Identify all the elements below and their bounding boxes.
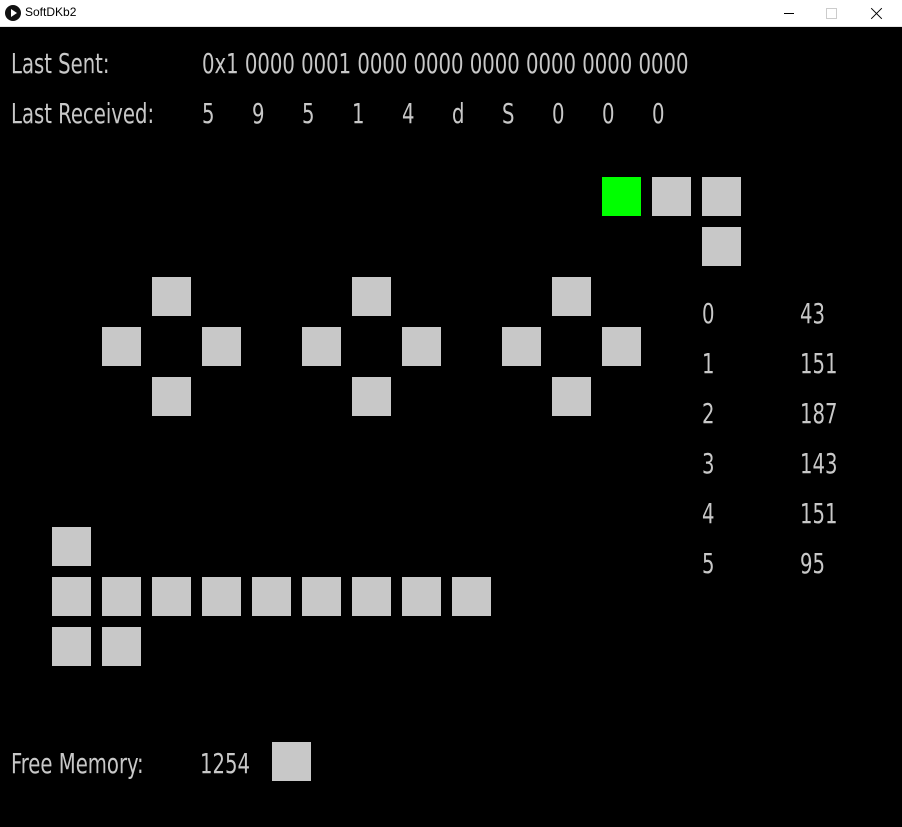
key-button[interactable] bbox=[202, 577, 241, 616]
key-button[interactable] bbox=[52, 577, 91, 616]
key-button[interactable] bbox=[102, 627, 141, 666]
dpad-3-down-button[interactable] bbox=[552, 377, 591, 416]
last-received-char-5: d bbox=[452, 97, 465, 130]
maximize-icon bbox=[825, 7, 837, 19]
last-received-char-3: 1 bbox=[352, 97, 365, 130]
minimize-icon bbox=[784, 12, 794, 14]
last-sent-value: 0x1 0000 0001 0000 0000 0000 0000 0000 0… bbox=[202, 47, 689, 80]
reading-index: 5 bbox=[702, 547, 715, 580]
dpad-3-right-button[interactable] bbox=[602, 327, 641, 366]
last-received-char-8: 0 bbox=[602, 97, 615, 130]
reading-index: 3 bbox=[702, 447, 715, 480]
dpad-2-up-button[interactable] bbox=[352, 277, 391, 316]
dpad-1-down-button[interactable] bbox=[152, 377, 191, 416]
dpad-2-down-button[interactable] bbox=[352, 377, 391, 416]
reading-index: 0 bbox=[702, 297, 715, 330]
reading-index: 1 bbox=[702, 347, 715, 380]
reading-value: 95 bbox=[800, 547, 825, 580]
key-button[interactable] bbox=[252, 577, 291, 616]
indicator-button[interactable] bbox=[702, 227, 741, 266]
last-received-char-7: 0 bbox=[552, 97, 565, 130]
last-received-char-6: S bbox=[502, 97, 515, 130]
last-received-char-1: 9 bbox=[252, 97, 265, 130]
free-memory-label: Free Memory: bbox=[11, 747, 144, 780]
reading-value: 151 bbox=[800, 497, 838, 530]
reading-value: 151 bbox=[800, 347, 838, 380]
last-sent-label: Last Sent: bbox=[11, 47, 110, 80]
last-received-char-2: 5 bbox=[302, 97, 315, 130]
last-received-char-4: 4 bbox=[402, 97, 415, 130]
reading-value: 43 bbox=[800, 297, 825, 330]
reading-value: 143 bbox=[800, 447, 838, 480]
reading-value: 187 bbox=[800, 397, 838, 430]
minimize-button[interactable] bbox=[766, 0, 812, 26]
last-received-label: Last Received: bbox=[11, 97, 155, 130]
key-button[interactable] bbox=[352, 577, 391, 616]
dpad-2-right-button[interactable] bbox=[402, 327, 441, 366]
indicator-button-active[interactable] bbox=[602, 177, 641, 216]
free-memory-value: 1254 bbox=[200, 747, 250, 780]
maximize-button[interactable] bbox=[808, 0, 854, 26]
dpad-3-left-button[interactable] bbox=[502, 327, 541, 366]
close-icon bbox=[871, 7, 883, 19]
last-received-char-9: 0 bbox=[652, 97, 665, 130]
window-title: SoftDKb2 bbox=[25, 5, 77, 19]
dpad-1-right-button[interactable] bbox=[202, 327, 241, 366]
close-button[interactable] bbox=[854, 0, 900, 26]
app-play-icon bbox=[5, 5, 21, 21]
dpad-1-left-button[interactable] bbox=[102, 327, 141, 366]
memory-button[interactable] bbox=[272, 742, 311, 781]
dpad-3-up-button[interactable] bbox=[552, 277, 591, 316]
key-button[interactable] bbox=[452, 577, 491, 616]
dpad-2-left-button[interactable] bbox=[302, 327, 341, 366]
reading-index: 4 bbox=[702, 497, 715, 530]
title-bar: SoftDKb2 bbox=[0, 0, 902, 27]
key-button[interactable] bbox=[402, 577, 441, 616]
reading-index: 2 bbox=[702, 397, 715, 430]
key-button[interactable] bbox=[302, 577, 341, 616]
key-button[interactable] bbox=[52, 527, 91, 566]
dpad-1-up-button[interactable] bbox=[152, 277, 191, 316]
indicator-button[interactable] bbox=[702, 177, 741, 216]
indicator-button[interactable] bbox=[652, 177, 691, 216]
key-button[interactable] bbox=[152, 577, 191, 616]
key-button[interactable] bbox=[52, 627, 91, 666]
last-received-char-0: 5 bbox=[202, 97, 215, 130]
key-button[interactable] bbox=[102, 577, 141, 616]
